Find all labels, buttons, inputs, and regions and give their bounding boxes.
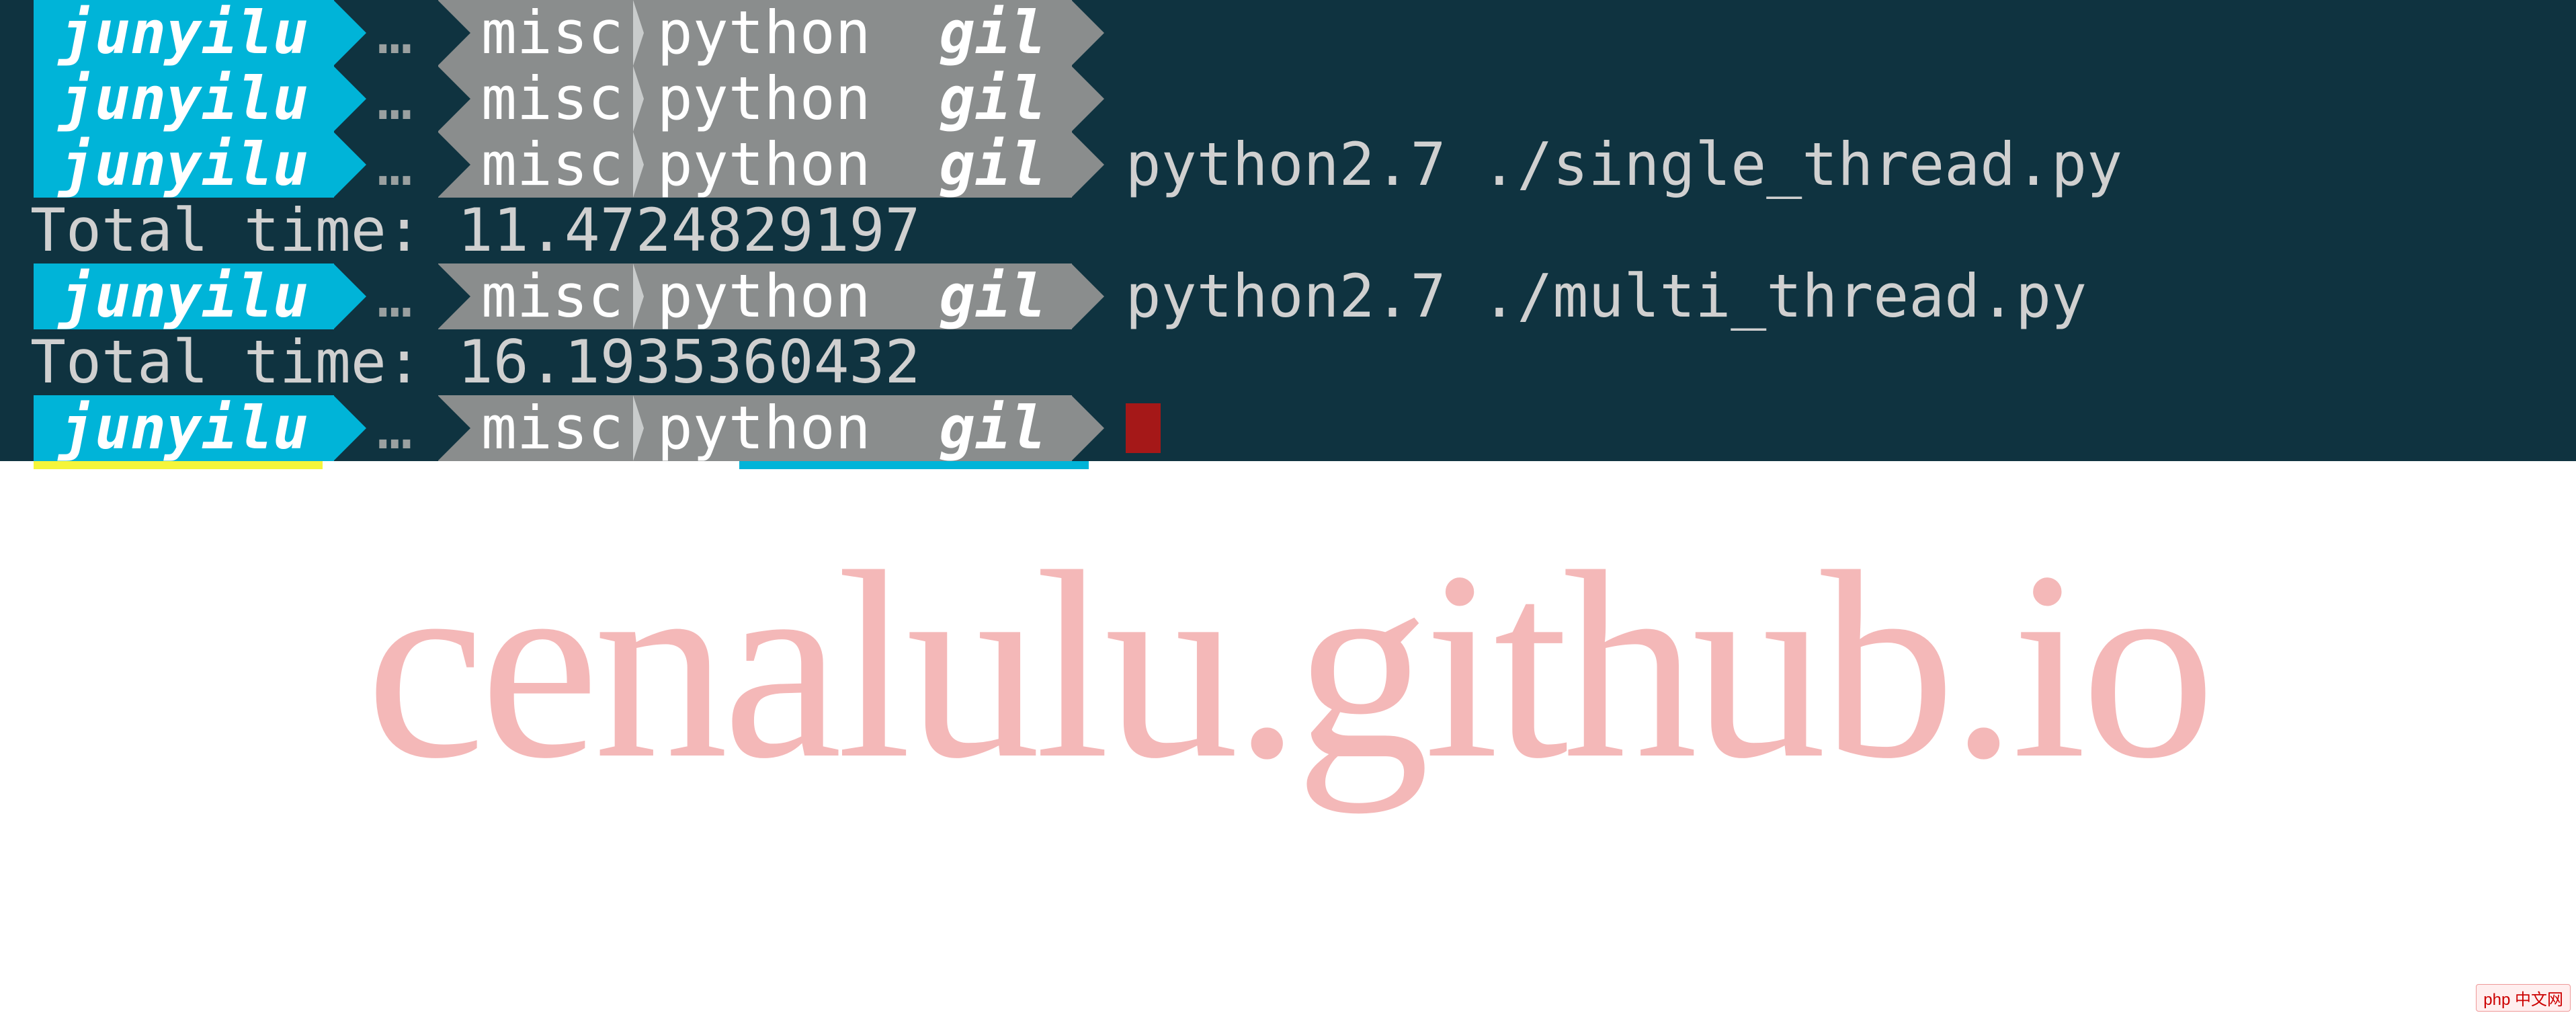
underline-accent [34,461,323,469]
terminal-window[interactable]: junyilu … misc python gil junyilu … misc… [0,0,2576,461]
prompt-path-part: misc [481,399,624,458]
prompt-path-part: misc [481,135,624,194]
prompt-path-part: python [657,69,871,128]
prompt-line: junyilu … misc python gil python2.7 ./mu… [0,263,2576,329]
site-badge: php 中文网 [2476,984,2571,1012]
prompt-path-part: python [657,267,871,326]
prompt-path-segment: misc python [438,0,897,66]
prompt-path-part: misc [481,3,624,63]
output-line: Total time: 11.4724829197 [0,198,2576,263]
prompt-line: junyilu … misc python gil python2.7 ./si… [0,132,2576,198]
prompt-path-segment: misc python [438,66,897,132]
prompt-path-segment: misc python [438,263,897,329]
prompt-path-part: misc [481,267,624,326]
prompt-user-segment: junyilu [34,395,334,461]
output-line: Total time: 16.1935360432 [0,329,2576,395]
terminal-cursor[interactable] [1126,403,1161,453]
prompt-path-part: python [657,3,871,63]
prompt-user-segment: junyilu [34,66,334,132]
command-text: python2.7 ./single_thread.py [1072,132,2122,198]
prompt-line: junyilu … misc python gil [0,66,2576,132]
prompt-path-part: python [657,399,871,458]
prompt-path-segment: misc python [438,395,897,461]
underline-accent [739,461,1089,469]
prompt-path-part: misc [481,69,624,128]
prompt-path-part: python [657,135,871,194]
prompt-line[interactable]: junyilu … misc python gil [0,395,2576,461]
prompt-path-segment: misc python [438,132,897,198]
watermark-text: cenalulu.github.io [366,511,2210,820]
prompt-user-segment: junyilu [34,263,334,329]
command-text: python2.7 ./multi_thread.py [1072,263,2087,329]
prompt-user-segment: junyilu [34,132,334,198]
prompt-line: junyilu … misc python gil [0,0,2576,66]
prompt-user-segment: junyilu [34,0,334,66]
